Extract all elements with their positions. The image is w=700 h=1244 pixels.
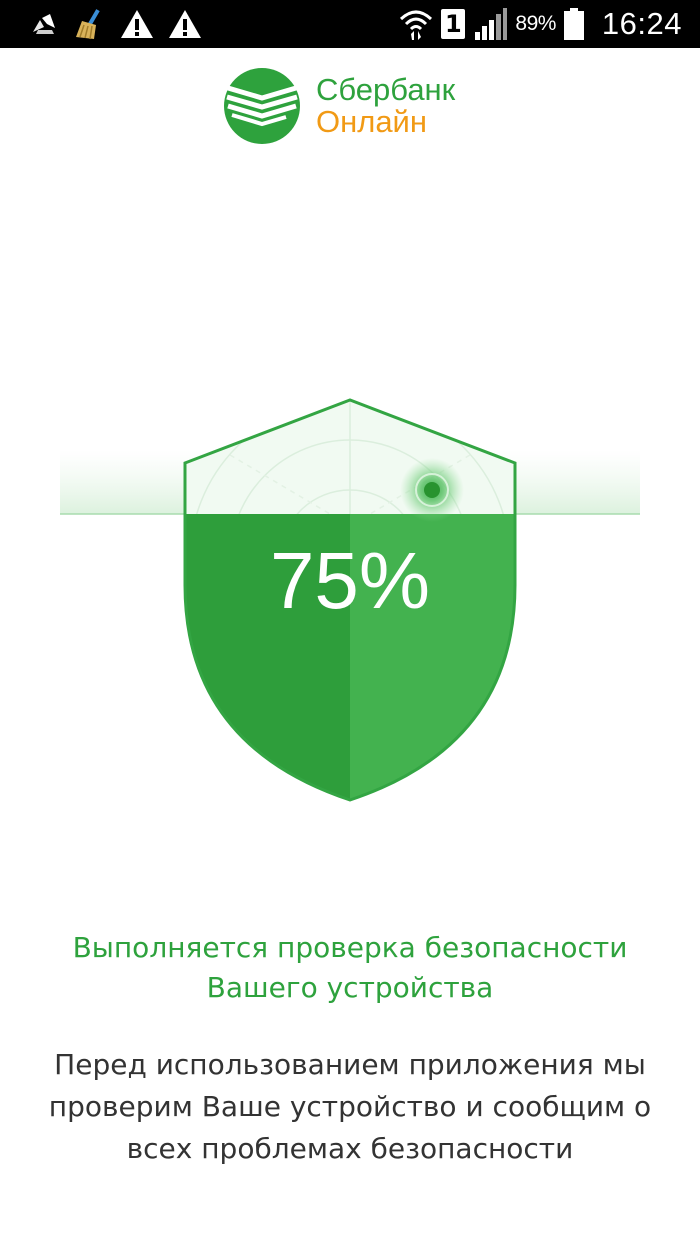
logo-text: Сбербанк Онлайн [316, 74, 455, 138]
status-bar: 1 89% 16:24 [0, 0, 700, 48]
sberbank-online-logo: Сбербанк Онлайн [224, 68, 455, 144]
logo-line-1: Сбербанк [316, 72, 456, 107]
logo-line-2: Онлайн [316, 104, 427, 139]
description-text: Перед использованием приложения мы прове… [0, 1044, 700, 1170]
battery-icon [563, 8, 584, 40]
signal-icon [475, 8, 508, 40]
radar-blip [400, 458, 464, 522]
status-message-line-1: Выполняется проверка безопасности [72, 931, 628, 964]
warning-icon [121, 10, 153, 38]
status-message: Выполняется проверка безопасности Вашего… [0, 928, 700, 1008]
battery-percent: 89% [515, 12, 556, 35]
warning-icon [169, 10, 201, 38]
description-line-2: проверим Ваше устройство и сообщим о [48, 1090, 652, 1123]
progress-percent: 75% [269, 536, 431, 625]
broom-icon [76, 9, 100, 40]
clock: 16:24 [601, 6, 682, 41]
notification-icons [30, 6, 202, 42]
wifi-icon [400, 10, 433, 40]
sim-slot-badge: 1 [441, 9, 466, 39]
status-message-line-2: Вашего устройства [206, 971, 494, 1004]
description-line-1: Перед использованием приложения мы [54, 1048, 646, 1081]
description-line-3: всех проблемах безопасности [126, 1132, 574, 1165]
sberbank-logo-icon [224, 68, 300, 144]
system-indicators: 1 89% 16:24 [399, 4, 682, 44]
recycle-icon [33, 14, 55, 34]
